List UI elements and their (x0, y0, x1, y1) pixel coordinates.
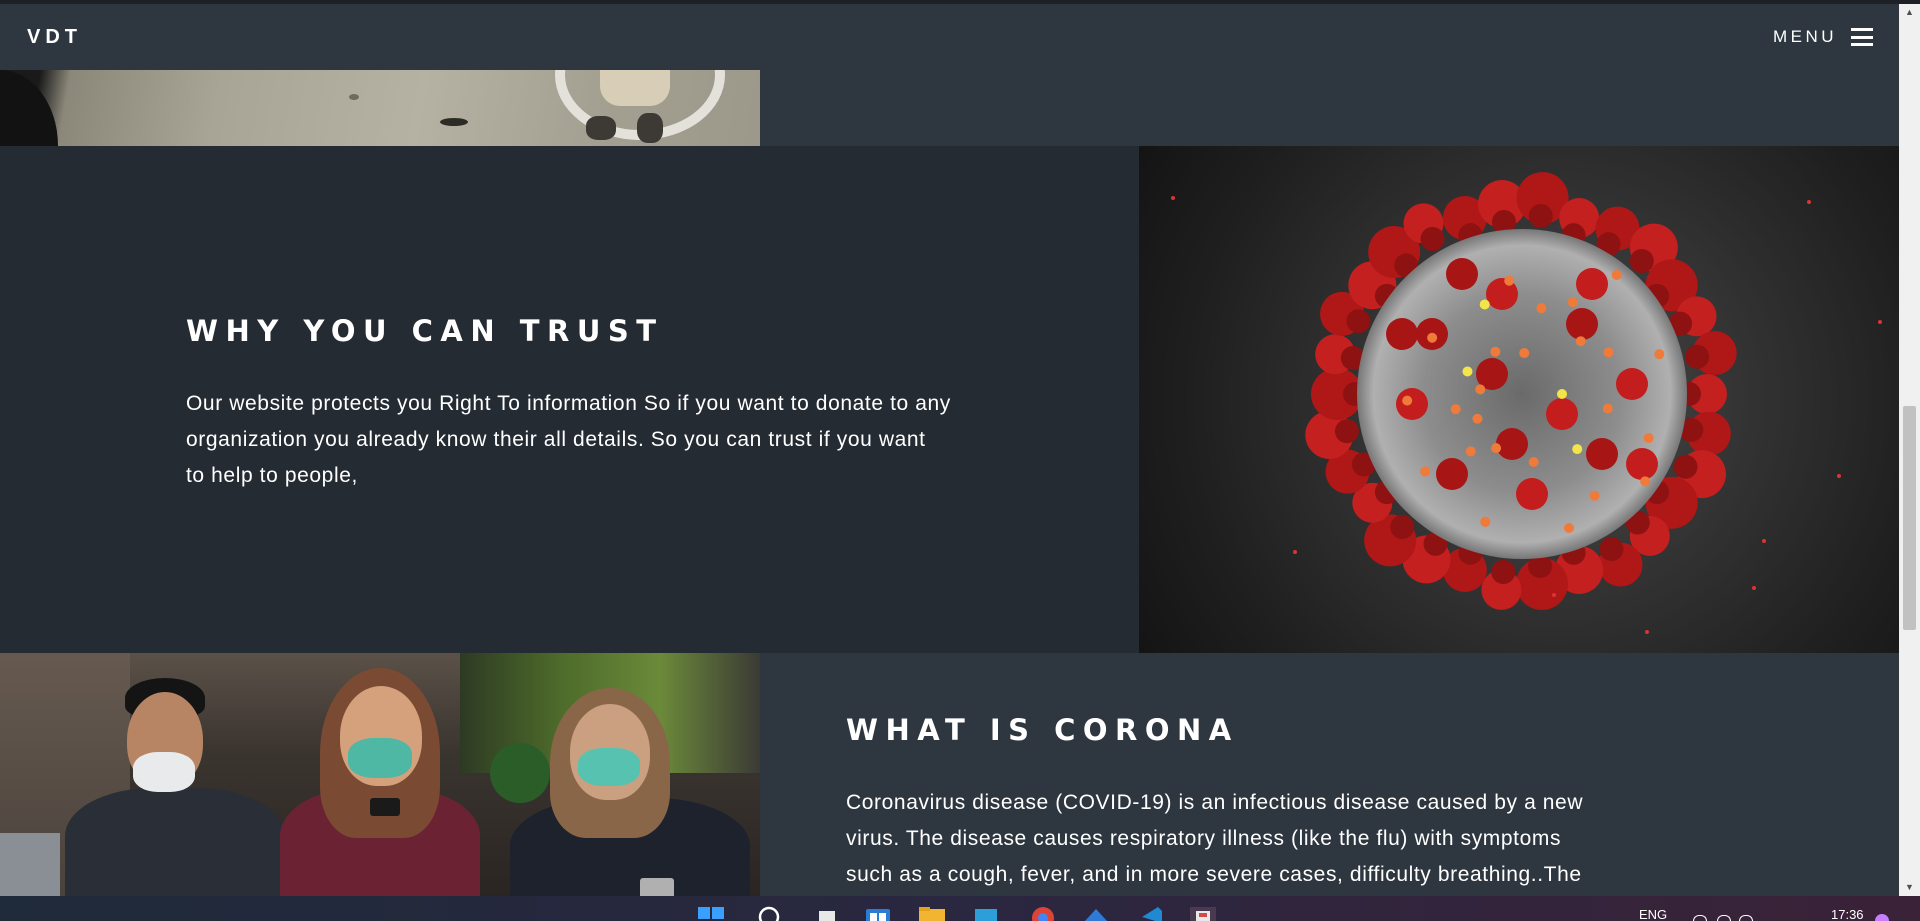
corona-paragraph: Coronavirus disease (COVID-19) is an inf… (846, 785, 1706, 893)
store-icon[interactable] (973, 903, 999, 921)
language-indicator[interactable]: ENG (1639, 907, 1667, 921)
masked-people-photo (0, 653, 760, 896)
menu-button[interactable]: MENU (1773, 27, 1873, 47)
clock-time[interactable]: 17:36 (1831, 907, 1864, 921)
navbar: VDT MENU (0, 4, 1899, 70)
file-explorer-icon[interactable] (919, 903, 945, 921)
trust-heading: WHY YOU CAN TRUST (186, 314, 664, 348)
volume-icon[interactable] (1717, 915, 1731, 921)
active-app-icon[interactable] (1190, 903, 1216, 921)
coronavirus-illustration (1139, 146, 1899, 653)
corona-line-3: such as a cough, fever, and in more seve… (846, 863, 1582, 886)
scroll-up-arrow-icon[interactable]: ▲ (1899, 4, 1920, 21)
wifi-icon[interactable] (1693, 915, 1707, 921)
pavement-photo (0, 70, 760, 146)
scroll-down-arrow-icon[interactable]: ▼ (1899, 879, 1920, 896)
chrome-icon[interactable] (1030, 903, 1056, 921)
page: VDT MENU WHY YOU CAN TRUST Our website p… (0, 0, 1920, 921)
menu-label: MENU (1772, 27, 1837, 46)
notification-icon[interactable] (1875, 914, 1889, 921)
virus-graphic (1171, 172, 1882, 634)
page-scrollbar[interactable]: ▲ ▼ (1899, 4, 1920, 896)
scrollbar-thumb[interactable] (1903, 406, 1916, 630)
search-icon[interactable] (757, 903, 783, 921)
vscode-icon[interactable] (1138, 903, 1164, 921)
widgets-icon[interactable] (864, 903, 890, 921)
corona-line-2: virus. The disease causes respiratory il… (846, 827, 1562, 850)
brand-logo[interactable]: VDT (27, 26, 82, 49)
trust-paragraph: Our website protects you Right To inform… (186, 386, 1066, 494)
battery-icon[interactable] (1739, 915, 1753, 921)
corona-heading: WHAT IS CORONA (846, 713, 1239, 747)
corona-section: WHAT IS CORONA Coronavirus disease (COVI… (760, 653, 1899, 896)
windows-start-icon[interactable] (698, 903, 724, 921)
trust-line-1: Our website protects you Right To inform… (186, 392, 951, 415)
app-icon[interactable] (1083, 903, 1109, 921)
trust-line-3: to help to people, (186, 464, 358, 487)
hamburger-icon (1851, 28, 1873, 46)
corona-line-1: Coronavirus disease (COVID-19) is an inf… (846, 791, 1584, 814)
trust-section: WHY YOU CAN TRUST Our website protects y… (0, 146, 1139, 653)
taskbar: ENG 17:36 (0, 896, 1920, 921)
trust-line-2: organization you already know their all … (186, 428, 926, 451)
task-view-icon[interactable] (815, 903, 841, 921)
